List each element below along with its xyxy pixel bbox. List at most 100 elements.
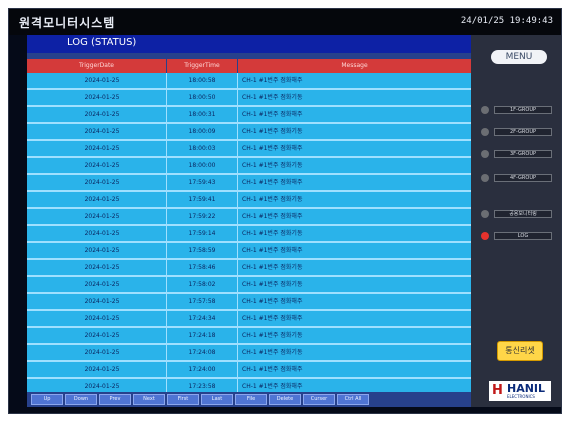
- side-item-2[interactable]: 3F-GROUP: [481, 149, 553, 159]
- nav-button-ctrl-all[interactable]: Ctrl All: [337, 394, 369, 405]
- cell-date: 2024-01-25: [84, 128, 120, 135]
- column-divider: [166, 260, 167, 275]
- column-divider: [237, 124, 238, 139]
- side-item-label: 2F-GROUP: [494, 128, 552, 136]
- cell-message: CH-1 #1번주 점화기동: [242, 230, 303, 237]
- cell-time: 17:24:34: [188, 315, 216, 322]
- nav-button-last[interactable]: Last: [201, 394, 233, 405]
- nav-button-curser[interactable]: Curser: [303, 394, 335, 405]
- column-divider: [237, 107, 238, 122]
- cell-message: CH-1 #1번주 점화기동: [242, 332, 303, 339]
- table-row[interactable]: 2024-01-25 17:24:34 CH-1 #1번주 점화해주: [27, 311, 471, 327]
- column-divider: [237, 328, 238, 343]
- cell-date: 2024-01-25: [84, 162, 120, 169]
- column-divider: [237, 158, 238, 173]
- cell-date: 2024-01-25: [84, 111, 120, 118]
- column-header-time[interactable]: TriggerTime: [167, 59, 237, 73]
- column-divider: [166, 311, 167, 326]
- column-header-message[interactable]: Message: [238, 59, 471, 73]
- column-header-date[interactable]: TriggerDate: [27, 59, 166, 73]
- table-row[interactable]: 2024-01-25 17:58:46 CH-1 #1번주 점화기동: [27, 260, 471, 276]
- table-row[interactable]: 2024-01-25 17:59:41 CH-1 #1번주 점화기동: [27, 192, 471, 208]
- side-item-label: 공용모니터링: [494, 210, 552, 218]
- cell-time: 17:59:14: [188, 230, 216, 237]
- cell-date: 2024-01-25: [84, 196, 120, 203]
- table-row[interactable]: 2024-01-25 18:00:00 CH-1 #1번주 점화기동: [27, 158, 471, 174]
- table-row[interactable]: 2024-01-25 17:59:14 CH-1 #1번주 점화기동: [27, 226, 471, 242]
- column-divider: [237, 243, 238, 258]
- cell-time: 18:00:31: [188, 111, 216, 118]
- column-divider: [237, 311, 238, 326]
- menu-button[interactable]: MENU: [491, 50, 547, 64]
- column-divider: [237, 141, 238, 156]
- column-divider: [166, 226, 167, 241]
- column-divider: [166, 141, 167, 156]
- nav-button-next[interactable]: Next: [133, 394, 165, 405]
- cell-message: CH-1 #1번주 점화해주: [242, 383, 303, 390]
- table-row[interactable]: 2024-01-25 18:00:31 CH-1 #1번주 점화해주: [27, 107, 471, 123]
- cell-time: 17:58:59: [188, 247, 216, 254]
- cell-message: CH-1 #1번주 점화기동: [242, 128, 303, 135]
- cell-message: CH-1 #1번주 점화기동: [242, 349, 303, 356]
- cell-date: 2024-01-25: [84, 298, 120, 305]
- status-dot-icon: [481, 128, 489, 136]
- column-divider: [237, 90, 238, 105]
- table-row[interactable]: 2024-01-25 18:00:09 CH-1 #1번주 점화기동: [27, 124, 471, 140]
- cell-time: 17:59:22: [188, 213, 216, 220]
- side-menu: MENU 1F-GROUP 2F-GROUP 3F-GROUP 4F-GROUP 공용모…: [471, 35, 561, 407]
- side-item-4[interactable]: 공용모니터링: [481, 209, 553, 219]
- column-divider: [237, 192, 238, 207]
- status-dot-icon: [481, 210, 489, 218]
- status-dot-icon: [481, 106, 489, 114]
- column-divider: [166, 379, 167, 392]
- cell-date: 2024-01-25: [84, 349, 120, 356]
- nav-button-file[interactable]: File: [235, 394, 267, 405]
- column-divider: [166, 243, 167, 258]
- nav-button-prev[interactable]: Prev: [99, 394, 131, 405]
- cell-time: 17:57:58: [188, 298, 216, 305]
- column-divider: [166, 294, 167, 309]
- cell-time: 17:59:41: [188, 196, 216, 203]
- table-row[interactable]: 2024-01-25 18:00:58 CH-1 #1번주 점화해주: [27, 73, 471, 89]
- table-row[interactable]: 2024-01-25 17:57:58 CH-1 #1번주 점화해주: [27, 294, 471, 310]
- table-row[interactable]: 2024-01-25 17:24:08 CH-1 #1번주 점화기동: [27, 345, 471, 361]
- table-row[interactable]: 2024-01-25 17:24:18 CH-1 #1번주 점화기동: [27, 328, 471, 344]
- cell-message: CH-1 #1번주 점화해주: [242, 145, 303, 152]
- cell-time: 18:00:58: [188, 77, 216, 84]
- cell-message: CH-1 #1번주 점화해주: [242, 247, 303, 254]
- cell-message: CH-1 #1번주 점화해주: [242, 315, 303, 322]
- nav-button-delete[interactable]: Delete: [269, 394, 301, 405]
- side-item-1[interactable]: 2F-GROUP: [481, 127, 553, 137]
- table-row[interactable]: 2024-01-25 18:00:03 CH-1 #1번주 점화해주: [27, 141, 471, 157]
- column-divider: [237, 260, 238, 275]
- cell-message: CH-1 #1번주 점화해주: [242, 213, 303, 220]
- table-row[interactable]: 2024-01-25 17:59:43 CH-1 #1번주 점화해주: [27, 175, 471, 191]
- column-divider: [237, 345, 238, 360]
- nav-button-up[interactable]: Up: [31, 394, 63, 405]
- cell-date: 2024-01-25: [84, 332, 120, 339]
- side-item-label: 3F-GROUP: [494, 150, 552, 158]
- side-item-0[interactable]: 1F-GROUP: [481, 105, 553, 115]
- table-row[interactable]: 2024-01-25 17:58:59 CH-1 #1번주 점화해주: [27, 243, 471, 259]
- cell-message: CH-1 #1번주 점화기동: [242, 264, 303, 271]
- nav-button-down[interactable]: Down: [65, 394, 97, 405]
- column-divider: [166, 124, 167, 139]
- side-item-3[interactable]: 4F-GROUP: [481, 173, 553, 183]
- cell-time: 17:59:43: [188, 179, 216, 186]
- table-row[interactable]: 2024-01-25 17:59:22 CH-1 #1번주 점화해주: [27, 209, 471, 225]
- cell-message: CH-1 #1번주 점화해주: [242, 179, 303, 186]
- cell-date: 2024-01-25: [84, 145, 120, 152]
- table-row[interactable]: 2024-01-25 17:24:00 CH-1 #1번주 점화해주: [27, 362, 471, 378]
- table-row[interactable]: 2024-01-25 17:58:02 CH-1 #1번주 점화기동: [27, 277, 471, 293]
- table-row[interactable]: 2024-01-25 18:00:50 CH-1 #1번주 점화기동: [27, 90, 471, 106]
- table-row[interactable]: 2024-01-25 17:23:58 CH-1 #1번주 점화해주: [27, 379, 471, 392]
- nav-button-first[interactable]: First: [167, 394, 199, 405]
- logo-mark-icon: H: [492, 383, 503, 398]
- log-table[interactable]: 2024-01-25 18:00:58 CH-1 #1번주 점화해주 2024-01-…: [27, 73, 471, 392]
- cell-message: CH-1 #1번주 점화기동: [242, 94, 303, 101]
- cell-time: 18:00:50: [188, 94, 216, 101]
- comm-reset-button[interactable]: 통신리셋: [497, 341, 543, 361]
- cell-message: CH-1 #1번주 점화기동: [242, 281, 303, 288]
- side-item-5[interactable]: LOG: [481, 231, 553, 241]
- side-item-label: 1F-GROUP: [494, 106, 552, 114]
